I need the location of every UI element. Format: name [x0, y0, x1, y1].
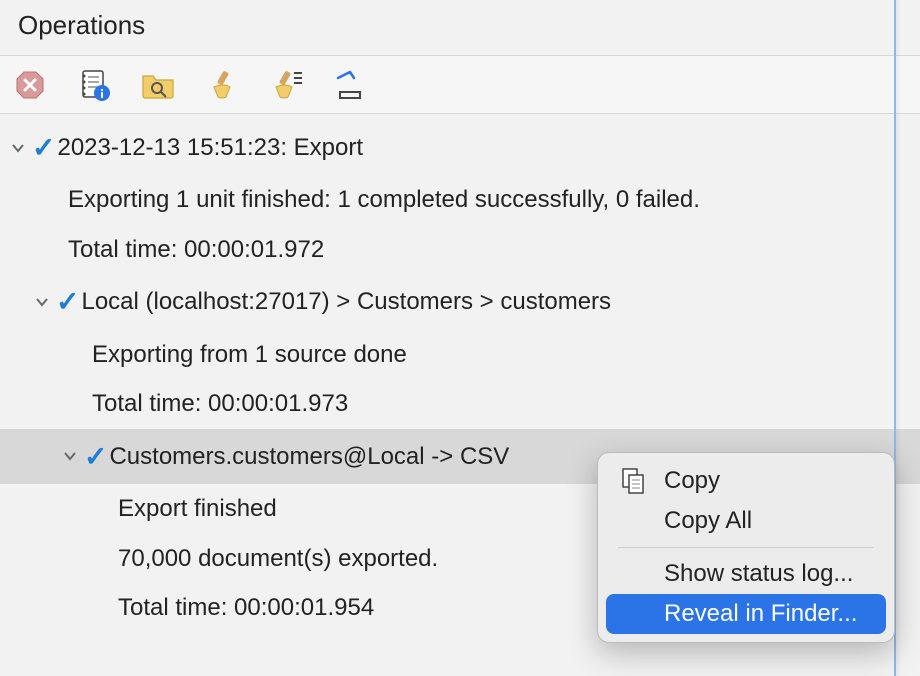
- menu-separator: [618, 547, 874, 548]
- stop-icon: [15, 70, 45, 100]
- log-icon: [77, 68, 111, 102]
- menu-label: Show status log...: [664, 560, 853, 588]
- tree-node-local[interactable]: ✓ Local (localhost:27017) > Customers > …: [0, 274, 920, 329]
- tree-detail: Exporting 1 unit finished: 1 completed s…: [0, 175, 920, 225]
- search-folder-icon: [141, 70, 175, 100]
- copy-icon: [616, 467, 652, 495]
- tree-detail: Exporting from 1 source done: [0, 330, 920, 380]
- menu-copy-all[interactable]: Copy All: [606, 501, 886, 541]
- node-label: Local (localhost:27017) > Customers > cu…: [81, 285, 611, 319]
- toolbar: [0, 56, 920, 114]
- export-button[interactable]: [332, 67, 368, 103]
- chevron-down-icon[interactable]: [60, 446, 80, 466]
- detail-text: Exporting from 1 source done: [92, 338, 407, 372]
- clear-all-icon: [268, 69, 304, 101]
- detail-text: Exporting 1 unit finished: 1 completed s…: [68, 183, 700, 217]
- menu-label: Copy: [664, 467, 720, 495]
- clear-all-button[interactable]: [268, 67, 304, 103]
- panel-title: Operations: [18, 10, 145, 40]
- node-label: Customers.customers@Local -> CSV: [109, 440, 509, 474]
- clear-button[interactable]: [204, 67, 240, 103]
- menu-reveal-finder[interactable]: Reveal in Finder...: [606, 594, 886, 634]
- stop-button[interactable]: [12, 67, 48, 103]
- detail-text: 70,000 document(s) exported.: [118, 542, 438, 576]
- log-button[interactable]: [76, 67, 112, 103]
- menu-status-log[interactable]: Show status log...: [606, 554, 886, 594]
- detail-text: Total time: 00:00:01.972: [68, 233, 324, 267]
- clear-icon: [206, 69, 238, 101]
- detail-text: Total time: 00:00:01.954: [118, 591, 374, 625]
- search-folder-button[interactable]: [140, 67, 176, 103]
- context-menu: Copy Copy All Show status log... Reveal …: [597, 452, 895, 643]
- tree-detail: Total time: 00:00:01.973: [0, 379, 920, 429]
- tree-node-export[interactable]: ✓ 2023-12-13 15:51:23: Export: [0, 120, 920, 175]
- panel-header: Operations: [0, 0, 920, 56]
- check-icon: ✓: [84, 437, 107, 476]
- detail-text: Export finished: [118, 492, 277, 526]
- menu-label: Copy All: [664, 507, 752, 535]
- chevron-down-icon[interactable]: [8, 138, 28, 158]
- check-icon: ✓: [32, 128, 55, 167]
- menu-label: Reveal in Finder...: [664, 600, 857, 628]
- chevron-down-icon[interactable]: [32, 292, 52, 312]
- export-icon: [334, 70, 366, 100]
- right-border: [894, 0, 920, 676]
- detail-text: Total time: 00:00:01.973: [92, 387, 348, 421]
- check-icon: ✓: [56, 282, 79, 321]
- tree-detail: Total time: 00:00:01.972: [0, 225, 920, 275]
- node-label: 2023-12-13 15:51:23: Export: [57, 131, 363, 165]
- menu-copy[interactable]: Copy: [606, 461, 886, 501]
